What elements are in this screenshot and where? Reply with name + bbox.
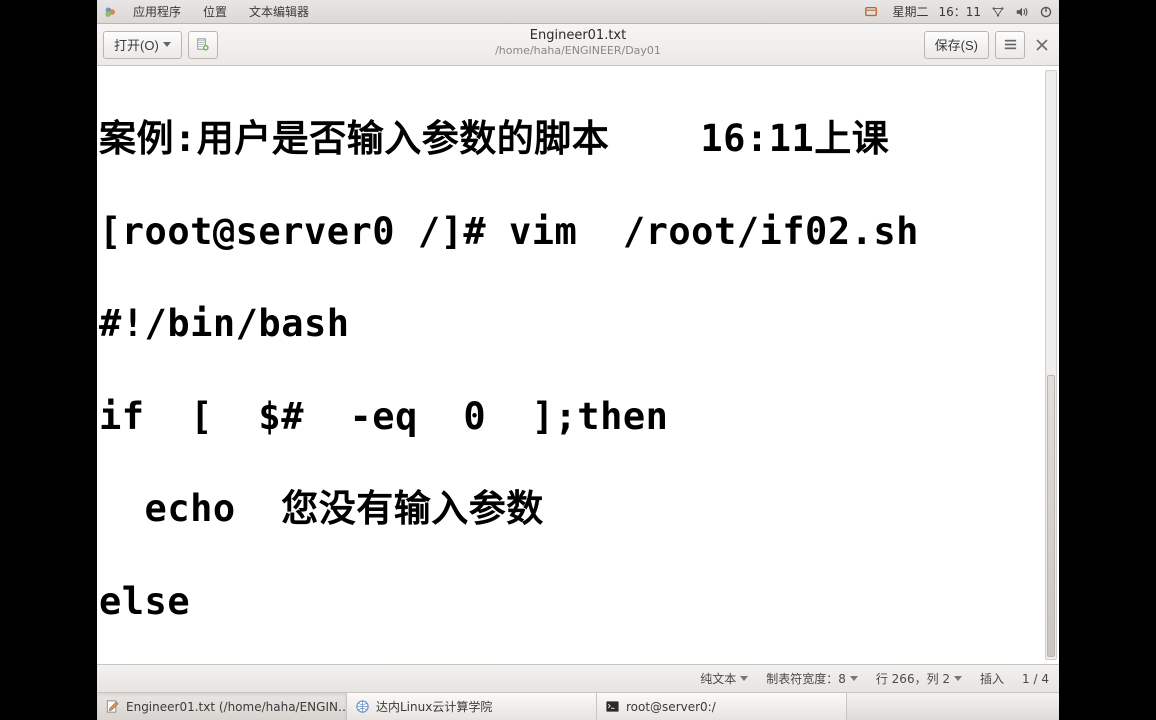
tabwidth-combo[interactable]: 制表符宽度：8 xyxy=(766,670,858,687)
syntax-label: 纯文本 xyxy=(700,670,736,687)
page-indicator: 1 / 4 xyxy=(1022,672,1049,686)
taskbar-item-terminal[interactable]: root@server0:/ xyxy=(597,693,847,720)
tabwidth-label: 制表符宽度：8 xyxy=(766,670,846,687)
editor-status-bar: 纯文本 制表符宽度：8 行 266，列 2 插入 1 / 4 xyxy=(97,664,1059,692)
editor-line: #!/bin/bash xyxy=(99,301,1057,347)
clock-day: 星期二 xyxy=(892,3,928,20)
close-button[interactable] xyxy=(1031,34,1053,56)
chevron-down-icon xyxy=(850,676,858,681)
text-editor-icon xyxy=(105,699,120,714)
chevron-down-icon xyxy=(740,676,748,681)
insert-mode-label: 插入 xyxy=(980,670,1004,687)
editor-line: 案例:用户是否输入参数的脚本 16:11上课 xyxy=(99,116,1057,162)
taskbar-item-label: Engineer01.txt (/home/haha/ENGIN… xyxy=(126,700,347,714)
editor-textarea[interactable]: 案例:用户是否输入参数的脚本 16:11上课 [root@server0 /]#… xyxy=(97,66,1059,664)
chevron-down-icon xyxy=(954,676,962,681)
tray-misc-icon[interactable] xyxy=(864,5,878,19)
document-path: /home/haha/ENGINEER/Day01 xyxy=(495,44,661,57)
vertical-scrollbar[interactable] xyxy=(1045,70,1057,660)
menu-places[interactable]: 位置 xyxy=(197,1,233,22)
menu-applications[interactable]: 应用程序 xyxy=(127,1,187,22)
power-icon[interactable] xyxy=(1039,5,1053,19)
taskbar-item-browser[interactable]: 达内Linux云计算学院 xyxy=(347,693,597,720)
save-button[interactable]: 保存(S) xyxy=(924,31,989,59)
apps-icon xyxy=(103,5,117,19)
editor-line: if [ $# -eq 0 ];then xyxy=(99,394,1057,440)
open-button[interactable]: 打开(O) xyxy=(103,31,182,59)
chevron-down-icon xyxy=(163,42,171,47)
title-block: Engineer01.txt /home/haha/ENGINEER/Day01 xyxy=(495,28,661,57)
terminal-icon xyxy=(605,699,620,714)
scrollbar-thumb[interactable] xyxy=(1047,375,1055,657)
editor-toolbar: 打开(O) Engineer01.txt /home/haha/ENGINEER… xyxy=(97,24,1059,66)
new-document-button[interactable] xyxy=(188,31,218,59)
open-button-label: 打开(O) xyxy=(114,35,159,54)
document-title: Engineer01.txt xyxy=(495,28,661,44)
position-label: 行 266，列 2 xyxy=(876,670,950,687)
network-icon[interactable] xyxy=(991,5,1005,19)
web-icon xyxy=(355,699,370,714)
gnome-top-bar: 应用程序 位置 文本编辑器 星期二 16：11 xyxy=(97,0,1059,24)
editor-line: else xyxy=(99,579,1057,625)
volume-icon[interactable] xyxy=(1015,5,1029,19)
taskbar-item-label: root@server0:/ xyxy=(626,700,716,714)
menu-button[interactable] xyxy=(995,31,1025,59)
taskbar-item-editor[interactable]: Engineer01.txt (/home/haha/ENGIN… xyxy=(97,693,347,720)
syntax-combo[interactable]: 纯文本 xyxy=(700,670,748,687)
bottom-taskbar: Engineer01.txt (/home/haha/ENGIN… 达内Linu… xyxy=(97,692,1059,720)
taskbar-item-label: 达内Linux云计算学院 xyxy=(376,698,492,715)
save-button-label: 保存(S) xyxy=(935,35,978,54)
editor-line: echo 您没有输入参数 xyxy=(99,486,1057,532)
menu-text-editor[interactable]: 文本编辑器 xyxy=(243,1,315,22)
editor-line: [root@server0 /]# vim /root/if02.sh xyxy=(99,209,1057,255)
clock-time: 16：11 xyxy=(938,3,981,20)
position-combo[interactable]: 行 266，列 2 xyxy=(876,670,962,687)
